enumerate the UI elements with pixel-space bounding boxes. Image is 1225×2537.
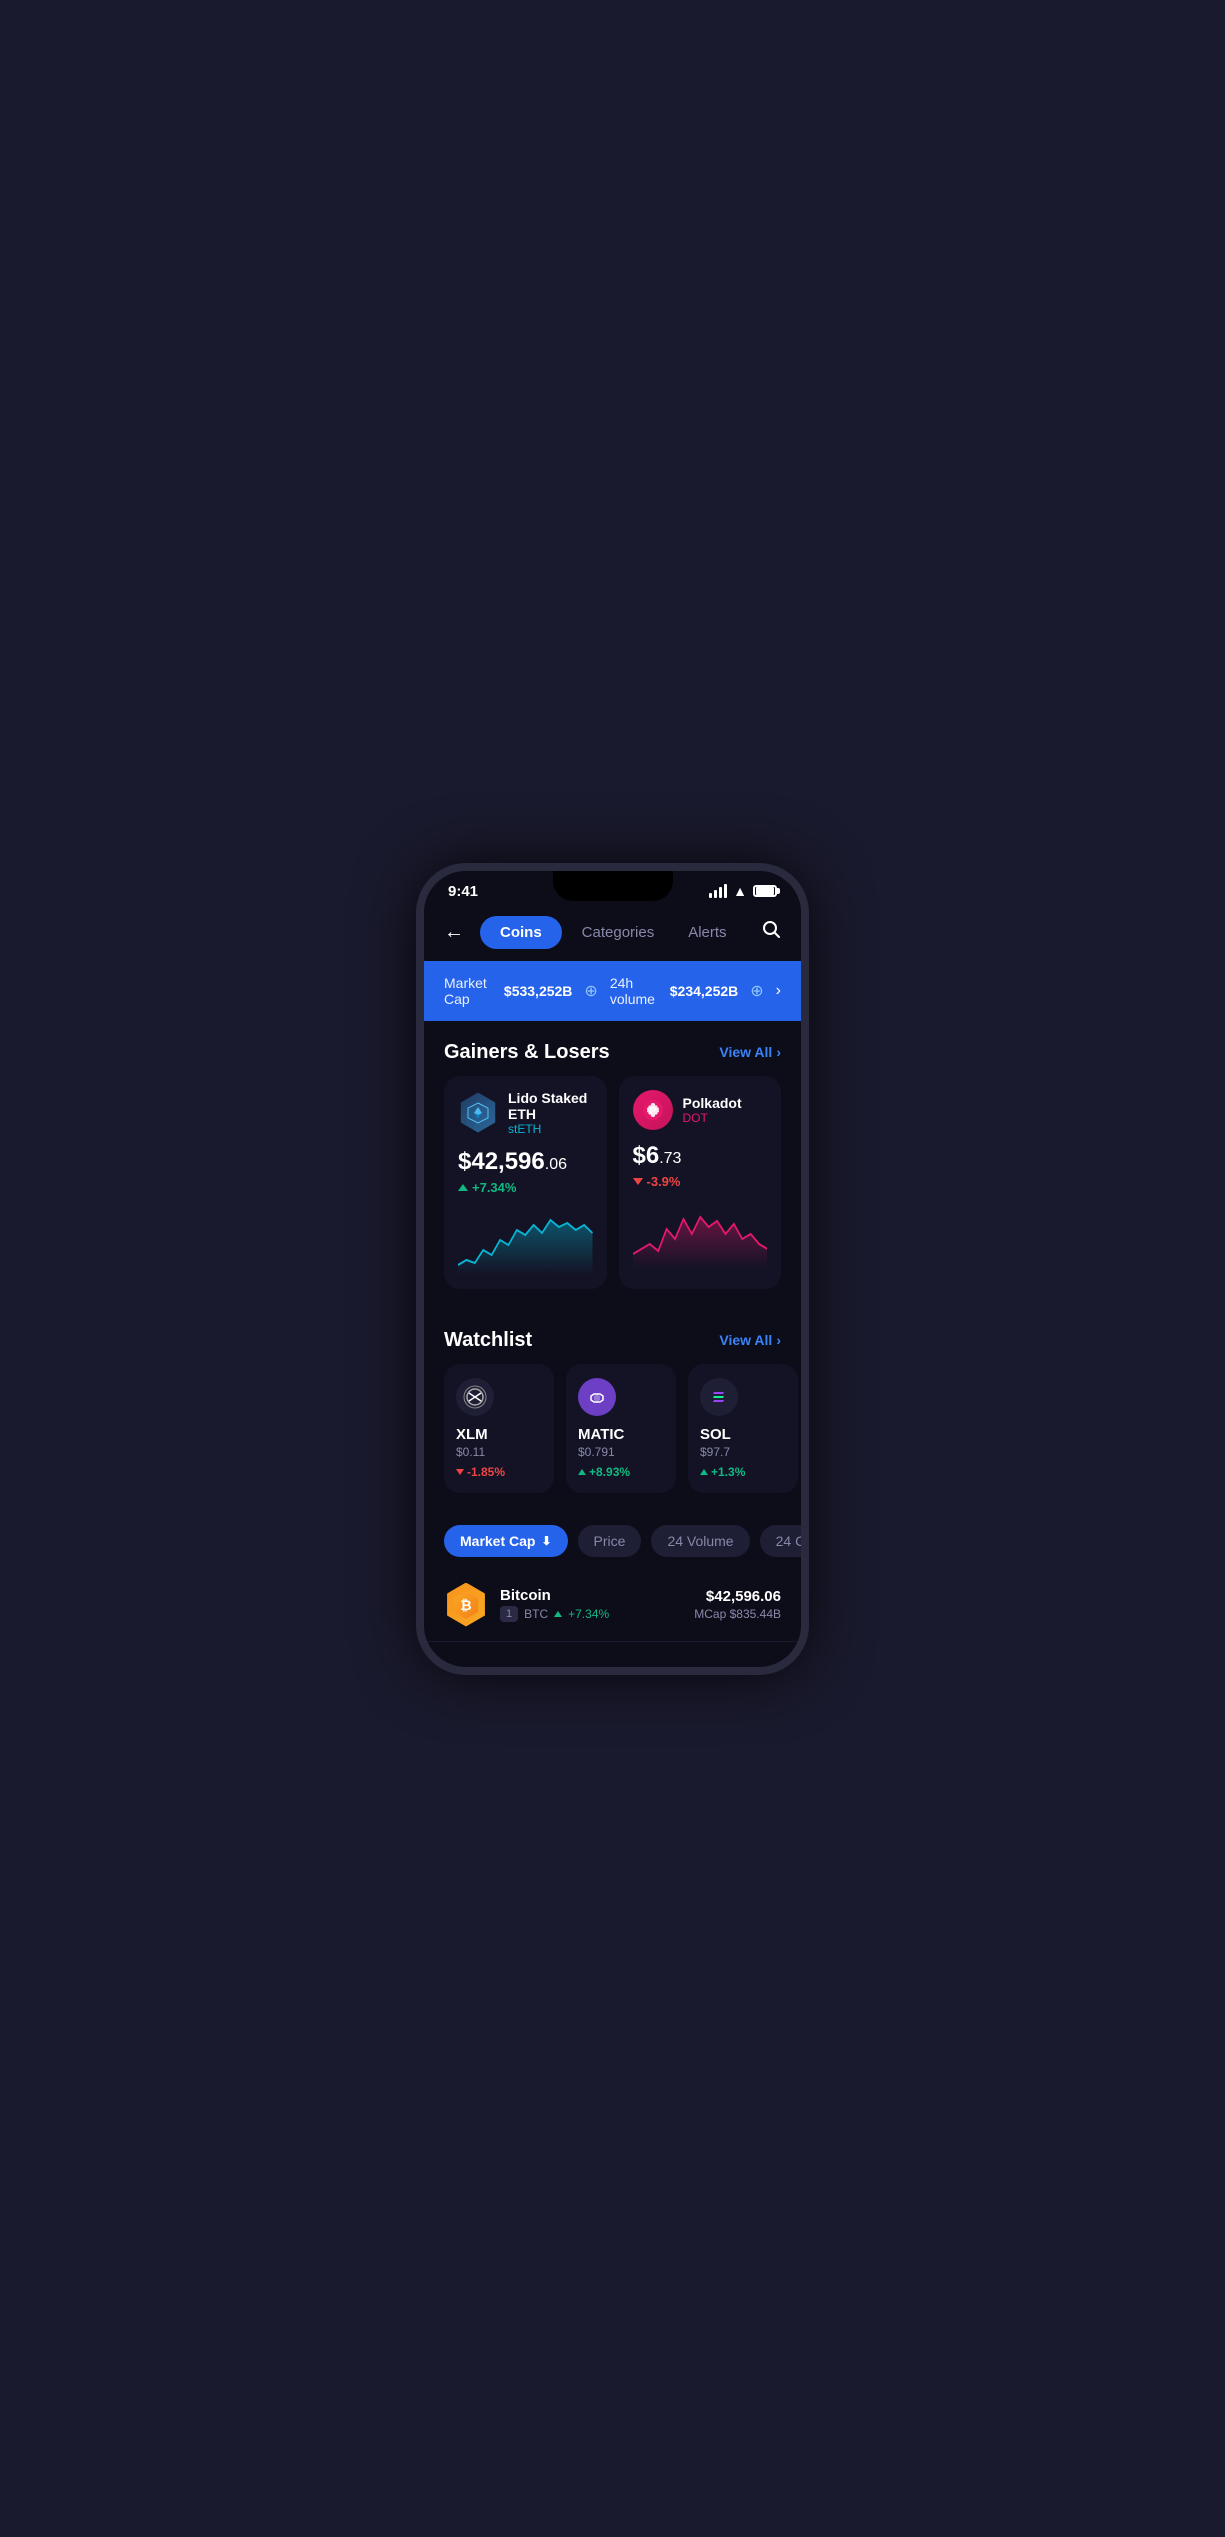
up-arrow-icon [458,1184,468,1191]
bitcoin-price: $42,596.06 [694,1588,781,1605]
steth-price: $42,596.06 [458,1148,593,1176]
volume-value: $234,252B [670,983,739,999]
matic-watch-card[interactable]: MATIC $0.791 +8.93% [566,1364,676,1493]
bitcoin-rank: 1 [500,1606,518,1622]
bitcoin-mcap: MCap $835.44B [694,1607,781,1621]
matic-symbol: MATIC [578,1426,664,1443]
watchlist-header: Watchlist View All › [424,1309,801,1364]
xlm-icon [456,1378,494,1416]
tab-coins[interactable]: Coins [480,916,562,949]
steth-chart [458,1205,593,1275]
sort-price-button[interactable]: Price [578,1525,642,1557]
market-cap-label: Market Cap [444,975,496,1007]
dot-symbol: DOT [683,1111,742,1125]
gainers-view-all[interactable]: View All › [719,1044,781,1060]
watchlist-cards: XLM $0.11 -1.85% MATIC $0.791 [424,1364,801,1513]
dot-card[interactable]: P Polkadot DOT $6.73 -3.9% [619,1076,782,1289]
volume-label: 24h volume [610,975,662,1007]
tab-categories[interactable]: Categories [568,916,669,949]
sol-change: +1.3% [700,1465,786,1479]
bitcoin-meta: 1 BTC +7.34% [500,1606,694,1622]
dot-icon: P [633,1090,673,1130]
xlm-watch-card[interactable]: XLM $0.11 -1.85% [444,1364,554,1493]
bitcoin-icon: ₿ [444,1583,488,1627]
battery-icon [753,885,777,897]
market-cap-arrow: › [776,982,781,1000]
down-icon [456,1469,464,1475]
sort-change-button[interactable]: 24 Change [760,1525,801,1557]
bitcoin-list-item[interactable]: ₿ Bitcoin 1 BTC +7.34% $42,596.06 MCap $… [424,1569,801,1642]
sol-watch-card[interactable]: SOL $97.7 +1.3% [688,1364,798,1493]
svg-text:₿: ₿ [460,1597,471,1613]
signal-bars-icon [709,884,727,898]
phone-screen: 9:41 ▲ ← Coins Categories A [424,871,801,1667]
phone-shell: 9:41 ▲ ← Coins Categories A [416,863,809,1675]
market-cap-sep1: ⊕ [584,981,597,1001]
steth-symbol: stETH [508,1122,593,1136]
bitcoin-name: Bitcoin [500,1587,694,1604]
status-icons: ▲ [709,883,777,899]
steth-change: +7.34% [458,1180,593,1195]
tab-alerts[interactable]: Alerts [674,916,740,949]
notch [553,871,673,901]
dot-price: $6.73 [633,1142,768,1170]
xlm-change: -1.85% [456,1465,542,1479]
sol-symbol: SOL [700,1426,786,1443]
back-button[interactable]: ← [444,921,476,944]
svg-text:P: P [649,1106,656,1117]
down-arrow-icon [633,1178,643,1185]
steth-card-header: Lido Staked ETH stETH [458,1090,593,1136]
xlm-symbol: XLM [456,1426,542,1443]
search-button[interactable] [761,919,781,945]
up-icon [578,1469,586,1475]
steth-card[interactable]: Lido Staked ETH stETH $42,596.06 +7.34% [444,1076,607,1289]
sort-arrow-icon: ⬇ [541,1534,551,1548]
dot-change: -3.9% [633,1174,768,1189]
dot-card-header: P Polkadot DOT [633,1090,768,1130]
wifi-icon: ▲ [733,883,747,899]
bitcoin-info: Bitcoin 1 BTC +7.34% [500,1587,694,1622]
up-icon-sol [700,1469,708,1475]
sort-bar: Market Cap ⬇ Price 24 Volume 24 Change [424,1513,801,1569]
bitcoin-right: $42,596.06 MCap $835.44B [694,1588,781,1621]
gainers-losers-cards: Lido Staked ETH stETH $42,596.06 +7.34% [424,1076,801,1309]
matic-icon [578,1378,616,1416]
watchlist-view-all[interactable]: View All › [719,1332,781,1348]
sort-marketcap-button[interactable]: Market Cap ⬇ [444,1525,568,1557]
nav-tabs: Coins Categories Alerts [480,916,757,949]
dot-chart [633,1199,768,1269]
btc-change-icon [554,1611,562,1617]
steth-name: Lido Staked ETH [508,1090,593,1122]
matic-price: $0.791 [578,1445,664,1459]
gainers-losers-header: Gainers & Losers View All › [424,1021,801,1076]
sol-icon [700,1378,738,1416]
sort-volume-button[interactable]: 24 Volume [651,1525,749,1557]
nav-bar: ← Coins Categories Alerts [424,904,801,961]
watchlist-title: Watchlist [444,1329,532,1352]
steth-icon [458,1093,498,1133]
gainers-losers-title: Gainers & Losers [444,1041,610,1064]
market-cap-value: $533,252B [504,983,573,999]
xlm-price: $0.11 [456,1445,542,1459]
sol-price: $97.7 [700,1445,786,1459]
matic-change: +8.93% [578,1465,664,1479]
dot-name: Polkadot [683,1095,742,1111]
market-cap-banner[interactable]: Market Cap $533,252B ⊕ 24h volume $234,2… [424,961,801,1021]
status-time: 9:41 [448,883,478,900]
market-cap-sep2: ⊕ [750,981,763,1001]
